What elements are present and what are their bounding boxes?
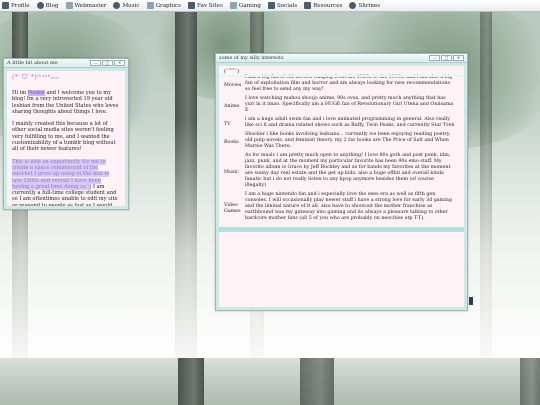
socials-icon: [267, 2, 275, 9]
nav-resources[interactable]: Resources: [304, 2, 342, 9]
blog-icon: [36, 2, 44, 9]
category-label: TV: [224, 121, 231, 127]
webmaster-icon: [65, 2, 73, 9]
nav-webmaster[interactable]: Webmaster: [65, 2, 106, 9]
interests-content: (˘︶˘) Movies I am a big fan of old movie…: [219, 66, 464, 307]
category-label: Movies: [224, 82, 242, 88]
category-description: I love watching mahou shoujo anime, 90s …: [245, 96, 454, 113]
about-me-window: A little bit about me — □ ✕ (*ˊᗜˋ*)ᵗʰᵃᵑᵏ…: [3, 58, 129, 210]
window-title: A little bit about me: [7, 60, 58, 66]
nav-graphics[interactable]: Graphics: [146, 2, 181, 9]
gaming-icon: [229, 2, 237, 9]
graphics-icon: [146, 2, 154, 9]
table-row: Movies I am a big fan of old movies rang…: [219, 75, 464, 96]
kaomoji-decoration: (*ˊᗜˋ*)ᵗʰᵃᵑᵏᵧₒᵤ: [12, 74, 60, 81]
category-description: I am a big fan of old movies ranging fro…: [245, 75, 453, 92]
nav-fav-sites[interactable]: Fav Sites: [188, 2, 223, 9]
minimize-button[interactable]: —: [429, 55, 440, 61]
close-button[interactable]: ✕: [453, 55, 464, 61]
resources-icon: [304, 2, 312, 9]
category-description: Shocker i like books involving lesbians.…: [245, 132, 451, 149]
maximize-button[interactable]: □: [441, 55, 452, 61]
category-label: Books: [224, 139, 239, 145]
maximize-button[interactable]: □: [102, 60, 113, 66]
top-navigation-bar: Profile Blog Webmaster Music Graphics Fa…: [0, 0, 540, 12]
table-row: Video Games I am a huge nintendo fan and…: [219, 192, 464, 225]
minimize-button[interactable]: —: [90, 60, 101, 66]
internet-paragraph: This is also an opportunity for me to cr…: [12, 158, 118, 206]
nav-gaming[interactable]: Gaming: [229, 2, 261, 9]
top-divider: [219, 75, 464, 77]
category-description: As for music i am pretty much open to an…: [245, 153, 451, 188]
music-icon: [113, 2, 121, 9]
category-description: i am a huge adult swim fan and i love an…: [245, 117, 455, 128]
motivation-paragraph: I mainly created this because a lot of o…: [12, 121, 116, 153]
nav-music[interactable]: Music: [113, 2, 140, 9]
nav-blog[interactable]: Blog: [36, 2, 59, 9]
table-row: Books Shocker i like books involving les…: [219, 132, 464, 153]
category-label: Music: [224, 169, 239, 175]
profile-icon: [2, 2, 9, 9]
bottom-divider: [219, 227, 464, 232]
category-label: Anime: [224, 103, 240, 109]
nav-shrines[interactable]: Shrines: [349, 2, 380, 9]
kaomoji-decoration: (˘︶˘): [224, 69, 240, 75]
nav-socials[interactable]: Socials: [267, 2, 297, 9]
category-label: Video Games: [224, 202, 241, 214]
about-me-content: (*ˊᗜˋ*)ᵗʰᵃᵑᵏᵧₒᵤ Hi im Pookie and I welco…: [7, 71, 125, 206]
shrines-icon: [349, 2, 357, 9]
fav-sites-icon: [188, 2, 196, 9]
close-button[interactable]: ✕: [114, 60, 125, 66]
username-highlight: Pookie: [27, 90, 45, 96]
interests-window: some of my silly interests — □ ✕ (˘︶˘) M…: [215, 53, 473, 311]
resize-handle[interactable]: [469, 297, 473, 305]
about-me-titlebar[interactable]: A little bit about me — □ ✕: [4, 59, 128, 68]
interests-table: Movies I am a big fan of old movies rang…: [219, 75, 464, 225]
interests-titlebar[interactable]: some of my silly interests — □ ✕: [216, 54, 467, 63]
intro-paragraph: Hi im Pookie and I welcome you to my blo…: [12, 90, 119, 115]
table-row: Anime I love watching mahou shoujo anime…: [219, 96, 464, 117]
window-title: some of my silly interests: [219, 55, 284, 61]
table-row: Music As for music i am pretty much open…: [219, 153, 464, 192]
table-row: TV i am a huge adult swim fan and i love…: [219, 117, 464, 132]
category-description: I am a huge nintendo fan and i especiall…: [245, 192, 452, 221]
nav-profile[interactable]: Profile: [2, 2, 30, 9]
